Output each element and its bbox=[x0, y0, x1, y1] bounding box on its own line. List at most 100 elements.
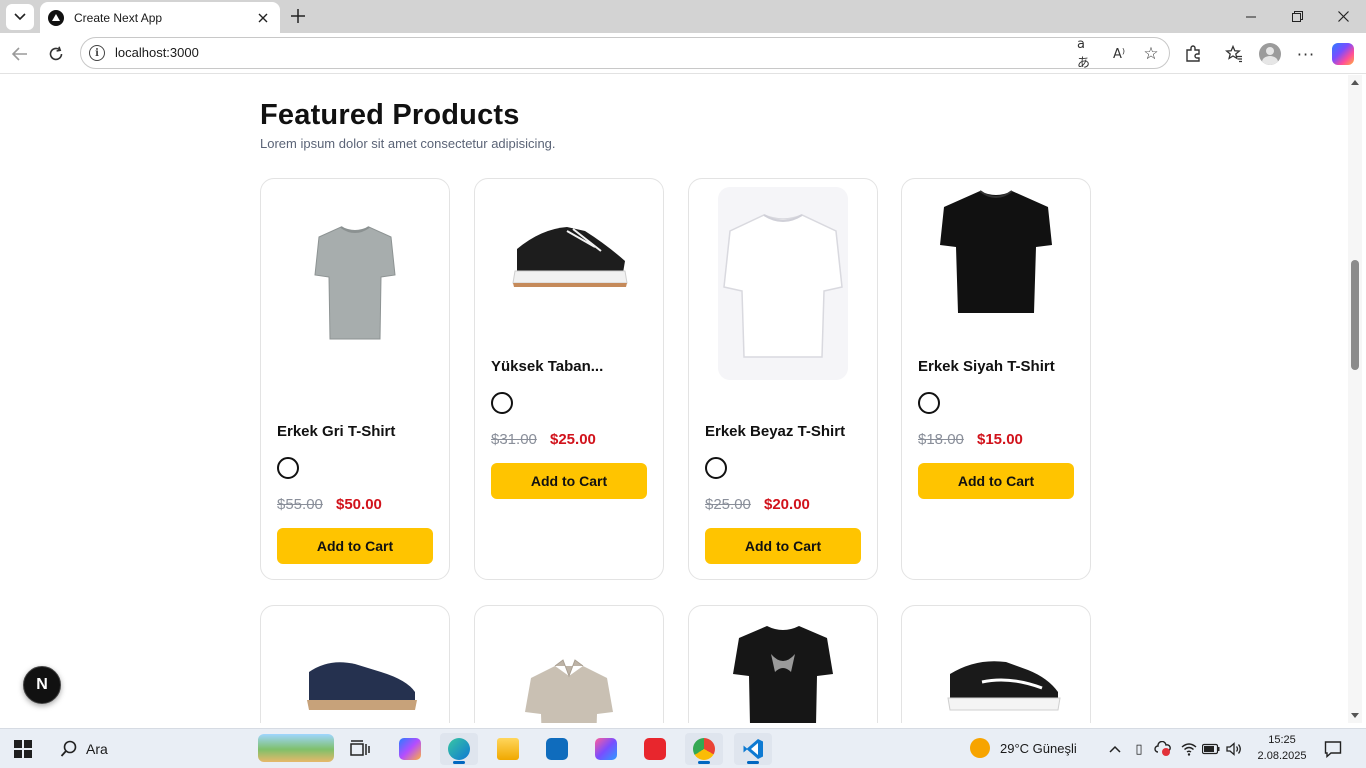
new-tab-button[interactable] bbox=[286, 5, 310, 27]
more-dots-icon: ··· bbox=[1296, 44, 1316, 64]
nextjs-dev-indicator[interactable]: N bbox=[23, 666, 61, 704]
taskbar-m365[interactable] bbox=[587, 733, 625, 765]
speaker-icon bbox=[1226, 742, 1241, 756]
product-card[interactable]: Yüksek Taban... $31.00 $25.00 Add to Car… bbox=[474, 178, 664, 580]
read-aloud-icon[interactable]: A⁾ bbox=[1109, 44, 1129, 64]
favorite-star-icon[interactable]: ☆ bbox=[1141, 44, 1161, 64]
tab-actions-button[interactable] bbox=[6, 4, 34, 30]
show-hidden-icons-button[interactable] bbox=[1105, 739, 1125, 759]
favorites-list-icon bbox=[1225, 45, 1242, 63]
search-highlight-image[interactable] bbox=[258, 734, 334, 762]
edge-browser-icon bbox=[448, 738, 470, 760]
address-text[interactable]: localhost:3000 bbox=[115, 45, 199, 60]
color-swatch[interactable] bbox=[491, 392, 513, 414]
notification-bell-icon bbox=[1324, 741, 1342, 758]
chevron-down-icon bbox=[14, 13, 26, 21]
site-info-icon[interactable]: i bbox=[89, 45, 105, 61]
product-image[interactable] bbox=[697, 614, 869, 723]
product-image[interactable] bbox=[910, 187, 1082, 317]
black-skate-sneaker-icon bbox=[947, 661, 1061, 711]
product-name[interactable]: Erkek Beyaz T-Shirt bbox=[705, 423, 845, 440]
system-clock[interactable]: 15:25 2.08.2025 bbox=[1252, 732, 1312, 764]
taskbar-copilot[interactable] bbox=[391, 733, 429, 765]
plus-icon bbox=[291, 9, 305, 23]
add-to-cart-button[interactable]: Add to Cart bbox=[491, 463, 647, 499]
extensions-button[interactable] bbox=[1180, 41, 1206, 67]
product-card[interactable]: Erkek Beyaz T-Shirt $25.00 $20.00 Add to… bbox=[688, 178, 878, 580]
restore-button[interactable] bbox=[1274, 0, 1320, 33]
battery-icon[interactable] bbox=[1201, 739, 1221, 759]
product-image[interactable] bbox=[910, 614, 1082, 723]
profile-button[interactable] bbox=[1257, 41, 1283, 67]
taskbar-vscode[interactable] bbox=[734, 733, 772, 765]
taskbar-chrome[interactable] bbox=[685, 733, 723, 765]
add-to-cart-button[interactable]: Add to Cart bbox=[705, 528, 861, 564]
chrome-icon bbox=[693, 738, 715, 760]
taskbar-wps[interactable] bbox=[636, 733, 674, 765]
translate-icon[interactable]: aあ bbox=[1077, 37, 1097, 71]
black-tshirt-icon bbox=[940, 190, 1052, 313]
product-name[interactable]: Yüksek Taban... bbox=[491, 358, 603, 375]
color-swatch[interactable] bbox=[277, 457, 299, 479]
copilot-app-icon bbox=[399, 738, 421, 760]
task-view-button[interactable] bbox=[341, 733, 379, 765]
grey-tshirt-icon bbox=[314, 226, 396, 340]
product-card[interactable] bbox=[474, 605, 664, 723]
product-image[interactable] bbox=[483, 187, 655, 317]
taskbar-outlook[interactable] bbox=[538, 733, 576, 765]
taskbar-file-explorer[interactable] bbox=[489, 733, 527, 765]
search-icon bbox=[60, 740, 77, 757]
close-window-button[interactable] bbox=[1320, 0, 1366, 33]
color-swatch[interactable] bbox=[705, 457, 727, 479]
original-price: $18.00 bbox=[918, 431, 964, 448]
add-to-cart-button[interactable]: Add to Cart bbox=[277, 528, 433, 564]
notifications-button[interactable] bbox=[1322, 738, 1344, 760]
sun-icon bbox=[970, 738, 990, 758]
outlook-icon bbox=[546, 738, 568, 760]
product-card[interactable]: Erkek Gri T-Shirt $55.00 $50.00 Add to C… bbox=[260, 178, 450, 580]
original-price: $25.00 bbox=[705, 496, 751, 513]
wifi-icon[interactable] bbox=[1179, 739, 1199, 759]
sale-price: $25.00 bbox=[550, 431, 596, 448]
product-image[interactable] bbox=[269, 614, 441, 723]
product-image[interactable] bbox=[718, 187, 848, 380]
beige-polo-icon bbox=[525, 659, 613, 723]
page-scrollbar[interactable] bbox=[1348, 75, 1362, 723]
reload-button[interactable] bbox=[43, 41, 69, 67]
sale-price: $15.00 bbox=[977, 431, 1023, 448]
chevron-up-icon bbox=[1109, 745, 1121, 753]
product-card[interactable]: Erkek Siyah T-Shirt $18.00 $15.00 Add to… bbox=[901, 178, 1091, 580]
color-swatch[interactable] bbox=[918, 392, 940, 414]
sale-price: $50.00 bbox=[336, 496, 382, 513]
black-platform-sneaker-icon bbox=[512, 227, 628, 287]
volume-icon[interactable] bbox=[1224, 739, 1244, 759]
original-price: $55.00 bbox=[277, 496, 323, 513]
product-card[interactable] bbox=[901, 605, 1091, 723]
copilot-button[interactable] bbox=[1330, 41, 1356, 67]
original-price: $31.00 bbox=[491, 431, 537, 448]
product-card[interactable] bbox=[688, 605, 878, 723]
product-card[interactable] bbox=[260, 605, 450, 723]
minimize-button[interactable] bbox=[1228, 0, 1274, 33]
tray-device-icon[interactable]: ▯ bbox=[1129, 739, 1149, 759]
weather-widget[interactable]: 29°C Güneşli bbox=[970, 738, 1077, 758]
tray-blocked-icon[interactable] bbox=[1153, 739, 1173, 759]
browser-tab-strip: Create Next App bbox=[0, 0, 1366, 33]
scrollbar-thumb[interactable] bbox=[1351, 260, 1359, 370]
vscode-icon bbox=[743, 739, 763, 759]
tab-close-button[interactable] bbox=[254, 9, 272, 27]
product-image[interactable] bbox=[269, 187, 441, 347]
back-button[interactable] bbox=[7, 41, 33, 67]
add-to-cart-button[interactable]: Add to Cart bbox=[918, 463, 1074, 499]
favorites-button[interactable] bbox=[1221, 41, 1247, 67]
scroll-up-arrow-icon[interactable] bbox=[1351, 80, 1359, 85]
product-name[interactable]: Erkek Siyah T-Shirt bbox=[918, 358, 1055, 375]
settings-more-button[interactable]: ··· bbox=[1293, 41, 1319, 67]
start-button[interactable] bbox=[14, 740, 32, 758]
scroll-down-arrow-icon[interactable] bbox=[1351, 713, 1359, 718]
address-bar[interactable]: i localhost:3000 aあ A⁾ ☆ bbox=[80, 37, 1170, 71]
active-tab[interactable]: Create Next App bbox=[40, 2, 280, 33]
taskbar-edge[interactable] bbox=[440, 733, 478, 765]
product-image[interactable] bbox=[483, 614, 655, 723]
product-name[interactable]: Erkek Gri T-Shirt bbox=[277, 423, 395, 440]
